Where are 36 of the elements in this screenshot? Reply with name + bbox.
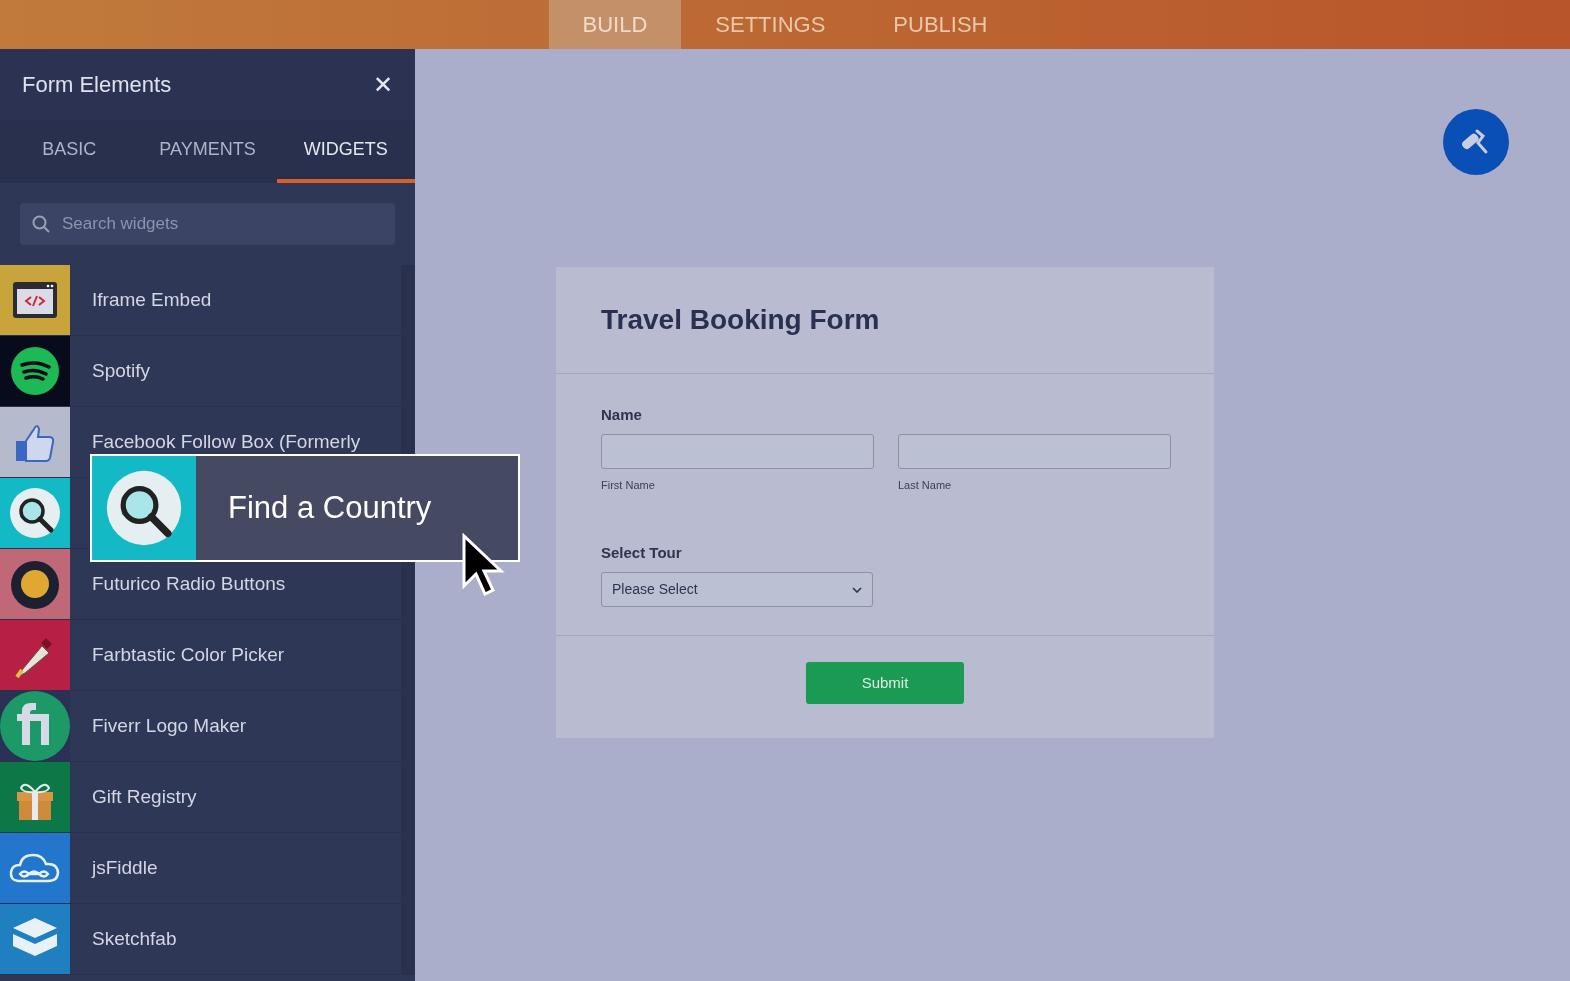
- widget-label[interactable]: Spotify: [92, 356, 151, 386]
- field-label: Name: [601, 404, 643, 425]
- globe-search-icon: [92, 456, 196, 560]
- widget-icon: [0, 620, 70, 690]
- widget-icon: [0, 904, 70, 974]
- close-button[interactable]: ✕: [373, 66, 393, 103]
- widget-label[interactable]: Gift Registry: [92, 782, 197, 812]
- field-sublabel: First Name: [601, 478, 656, 494]
- text-field[interactable]: [601, 434, 874, 470]
- search-icon: [32, 215, 50, 233]
- drag-preview-label: Find a Country: [227, 488, 432, 527]
- widget-icon: [0, 407, 70, 477]
- panel-tab[interactable]: PAYMENTS: [138, 120, 277, 183]
- form-title: Travel Booking Form: [601, 303, 881, 337]
- widget-label[interactable]: Fiverr Logo Maker: [92, 711, 247, 741]
- chevron-icon: [852, 586, 862, 593]
- widget-icon: [0, 833, 70, 903]
- widget-icon: [0, 336, 70, 406]
- search-field[interactable]: Search widgets: [60, 210, 383, 238]
- field-sublabel: Last Name: [898, 478, 953, 494]
- panel-tab[interactable]: BASIC: [0, 120, 139, 183]
- widget-label[interactable]: Futurico Radio Buttons: [92, 569, 286, 599]
- widget-label[interactable]: Farbtastic Color Picker: [92, 640, 285, 670]
- widget-label[interactable]: Iframe Embed: [92, 285, 212, 315]
- widget-icon: [0, 478, 70, 548]
- panel-title: Form Elements: [22, 71, 172, 99]
- widget-icon: [0, 265, 70, 335]
- widget-label[interactable]: jsFiddle: [92, 853, 158, 883]
- search-box[interactable]: Search widgets: [20, 203, 395, 245]
- widget-icon: [0, 549, 70, 619]
- text-field[interactable]: [898, 434, 1171, 470]
- widget-label[interactable]: Facebook Follow Box (Formerly: [92, 427, 361, 457]
- select-field[interactable]: Please Select: [601, 572, 873, 608]
- widget-label[interactable]: Sketchfab: [92, 924, 177, 954]
- field-label: Select Tour: [601, 542, 683, 563]
- widget-icon: [0, 762, 70, 832]
